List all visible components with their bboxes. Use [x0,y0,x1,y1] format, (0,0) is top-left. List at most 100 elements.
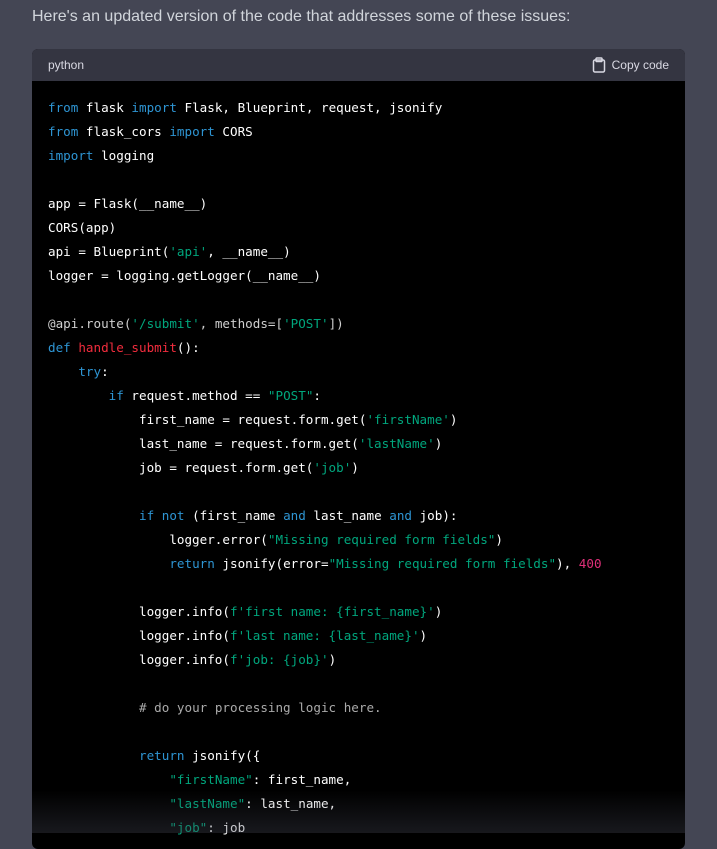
code-token: (first_name [184,508,284,523]
code-token: ) [434,436,443,451]
code-token: "POST" [267,388,314,403]
code-token: "Missing required form fields" [328,556,557,571]
code-token: app = Flask(__name__) [48,196,208,211]
code-token: flask [78,100,132,115]
code-token: last_name = request.form.get( [48,436,359,451]
code-line: if not (first_name and last_name and job… [48,504,669,528]
code-line: from flask_cors import CORS [48,120,669,144]
code-token: # do your processing logic here. [139,700,382,715]
code-token: : [101,364,109,379]
code-token: first_name = request.form.get( [48,412,367,427]
code-token: logger.info( [48,652,230,667]
code-token: from [48,100,79,115]
code-line: api = Blueprint('api', __name__) [48,240,669,264]
code-token: ) [351,460,359,475]
code-token: return [169,556,215,571]
code-token: 'lastName' [358,436,435,451]
code-token: api = Blueprint( [48,244,170,259]
code-token: logging [93,148,155,163]
code-token: last_name [305,508,390,523]
code-token: job): [412,508,458,523]
code-token: "Missing required form fields" [267,532,496,547]
code-token: jsonify(error= [214,556,329,571]
code-token: and [389,508,412,523]
code-token: and [283,508,306,523]
code-line: "lastName": last_name, [48,792,669,816]
code-token: 400 [578,556,602,571]
code-token: ]) [328,316,344,331]
code-token: ) [495,532,503,547]
code-token: handle_submit [78,340,177,355]
code-token: : last_name, [245,796,337,811]
code-line: logger = logging.getLogger(__name__) [48,264,669,288]
code-token: f'job: {job}' [229,652,329,667]
code-line: CORS(app) [48,216,669,240]
code-block-header: python Copy code [32,49,685,81]
code-line: "firstName": first_name, [48,768,669,792]
code-line: logger.error("Missing required form fiel… [48,528,669,552]
copy-code-button[interactable]: Copy code [592,57,669,73]
code-token: CORS [214,124,253,139]
code-token: ), [556,556,579,571]
code-token: 'job' [313,460,352,475]
code-token: , methods=[ [199,316,284,331]
code-token: f'first name: {first_name}' [229,604,435,619]
message-intro-text: Here's an updated version of the code th… [32,8,571,25]
copy-code-label: Copy code [611,58,669,72]
code-line: "job": job [48,816,669,840]
code-line: # do your processing logic here. [48,696,669,720]
code-token: @api.route( [48,316,132,331]
code-token: ) [449,412,458,427]
code-line: import logging [48,144,669,168]
code-line: @api.route('/submit', methods=['POST']) [48,312,669,336]
code-token: f'last name: {last_name}' [229,628,420,643]
code-line: return jsonify(error="Missing required f… [48,552,669,576]
code-token: , __name__) [207,244,291,259]
code-line: logger.info(f'job: {job}') [48,648,669,672]
code-line: from flask import Flask, Blueprint, requ… [48,96,669,120]
code-line: try: [48,360,669,384]
code-line: def handle_submit(): [48,336,669,360]
code-token: not [161,508,185,523]
code-token: if [139,508,155,523]
code-token: (): [176,340,200,355]
code-token: import [169,124,215,139]
code-token: CORS(app) [48,220,117,235]
code-token: logger = logging.getLogger(__name__) [48,268,321,283]
code-content: from flask import Flask, Blueprint, requ… [32,81,685,849]
code-token: def [48,340,71,355]
code-line: logger.info(f'first name: {first_name}') [48,600,669,624]
code-line: first_name = request.form.get('firstName… [48,408,669,432]
clipboard-icon [592,57,606,73]
code-token: try [78,364,102,379]
code-token: : first_name, [252,772,352,787]
code-token: import [48,148,94,163]
code-token: '/submit' [131,316,200,331]
code-token: logger.info( [48,604,230,619]
code-token: logger.info( [48,628,230,643]
code-token: ) [328,652,337,667]
code-token: logger.error( [48,532,268,547]
code-token: Flask, Blueprint, request, jsonify [176,100,443,115]
code-token: job = request.form.get( [48,460,314,475]
code-token: if [108,388,124,403]
code-line: logger.info(f'last name: {last_name}') [48,624,669,648]
code-token: flask_cors [78,124,170,139]
code-line: last_name = request.form.get('lastName') [48,432,669,456]
code-token: 'firstName' [366,412,450,427]
code-token: import [131,100,177,115]
code-token: "firstName" [169,772,253,787]
